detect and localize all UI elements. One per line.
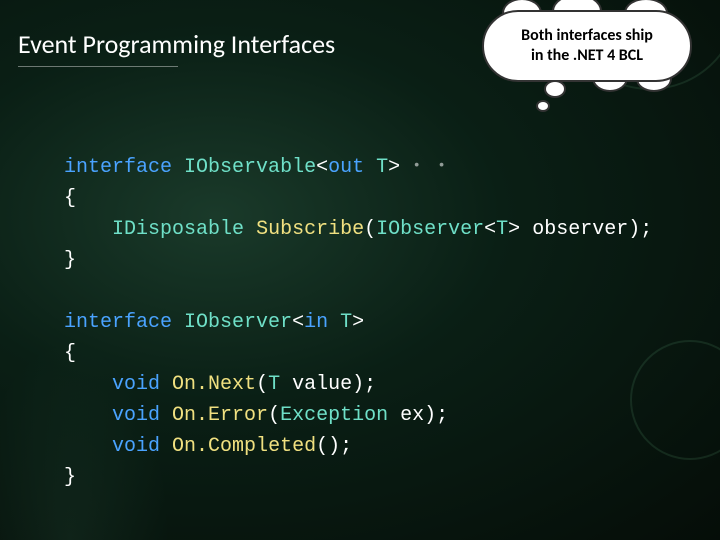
callout-line2: in the .NET 4 BCL	[531, 46, 643, 65]
code-block: interface IObservable<out T> • • { IDisp…	[64, 152, 652, 493]
thought-bubble: Both interfaces ship in the .NET 4 BCL	[482, 10, 692, 82]
slide-title: Event Programming Interfaces	[18, 28, 335, 60]
title-underline	[18, 66, 178, 67]
callout-line1: Both interfaces ship	[521, 26, 653, 45]
